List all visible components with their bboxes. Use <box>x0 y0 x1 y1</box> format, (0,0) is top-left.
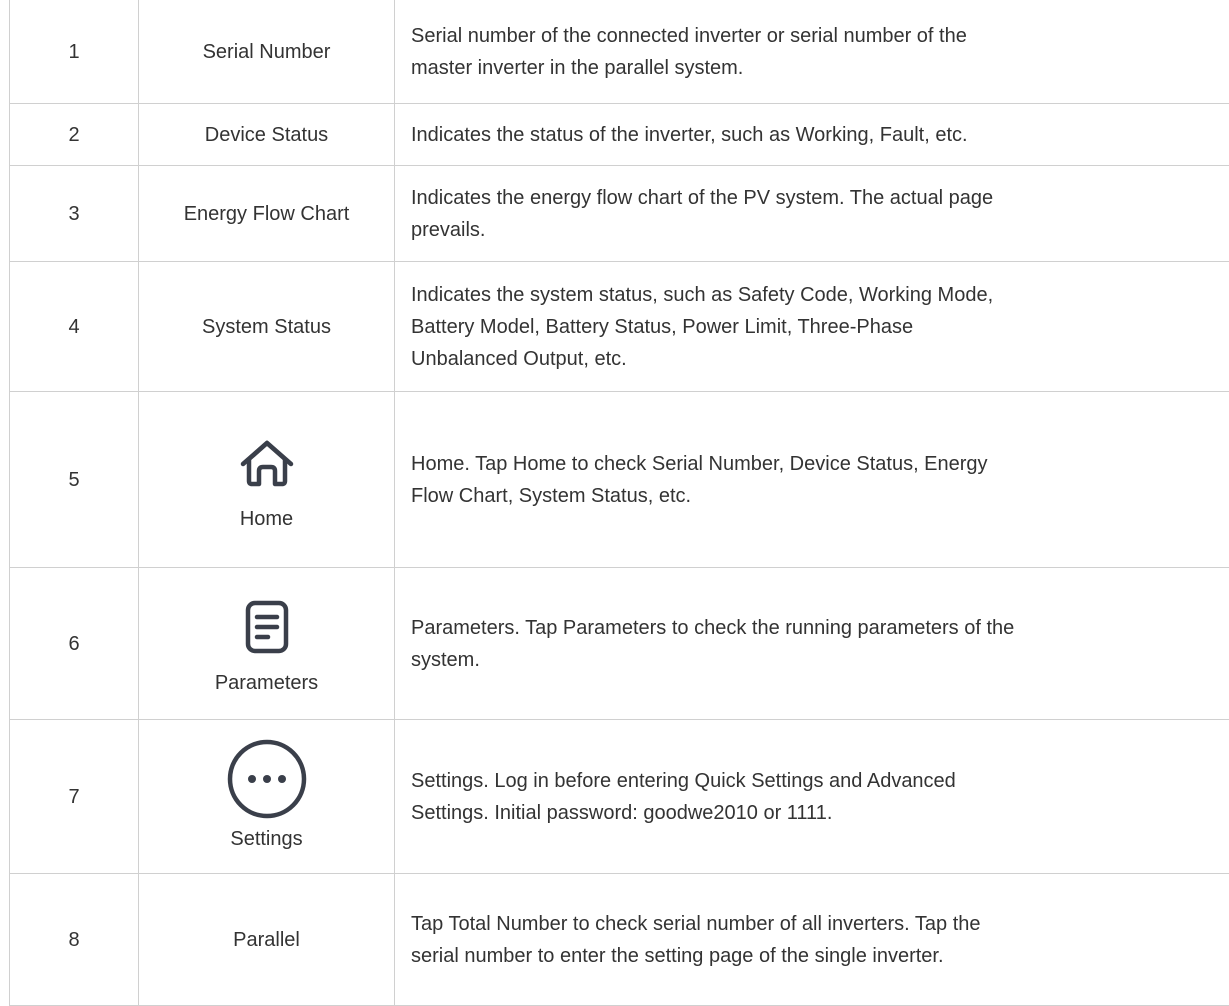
description-line: Settings. Log in before entering Quick S… <box>411 765 1213 797</box>
item-description: Indicates the energy flow chart of the P… <box>395 166 1229 262</box>
description-line: prevails. <box>411 214 1213 246</box>
item-description: Indicates the status of the inverter, su… <box>395 104 1229 166</box>
description-line: master inverter in the parallel system. <box>411 52 1213 84</box>
description-line: Settings. Initial password: goodwe2010 o… <box>411 797 1213 829</box>
row-number: 4 <box>10 262 139 392</box>
table-row: 2 Device Status Indicates the status of … <box>10 104 1229 166</box>
item-name: Device Status <box>139 104 395 166</box>
description-line: Indicates the status of the inverter, su… <box>411 119 1213 151</box>
row-number: 7 <box>10 720 139 874</box>
item-name: Parallel <box>139 874 395 1006</box>
table-row: 1 Serial Number Serial number of the con… <box>10 0 1229 104</box>
row-number: 5 <box>10 392 139 568</box>
item-name: Parameters <box>215 667 318 699</box>
item-name: Home <box>240 503 293 535</box>
item-name-cell: Parameters <box>139 568 395 720</box>
table-row: 4 System Status Indicates the system sta… <box>10 262 1229 392</box>
item-name: Settings <box>230 823 302 855</box>
row-number: 6 <box>10 568 139 720</box>
description-line: system. <box>411 644 1213 676</box>
document-icon <box>235 595 299 659</box>
table-row: 5 Home Home. Tap Home to check Serial Nu… <box>10 392 1229 568</box>
description-line: Home. Tap Home to check Serial Number, D… <box>411 448 1213 480</box>
table-row: 8 Parallel Tap Total Number to check ser… <box>10 874 1229 1006</box>
item-name: Energy Flow Chart <box>139 166 395 262</box>
item-name-cell: Home <box>139 392 395 568</box>
item-description: Parameters. Tap Parameters to check the … <box>395 568 1229 720</box>
table-row: 3 Energy Flow Chart Indicates the energy… <box>10 166 1229 262</box>
item-description: Tap Total Number to check serial number … <box>395 874 1229 1006</box>
row-number: 1 <box>10 0 139 104</box>
row-number: 8 <box>10 874 139 1006</box>
description-line: Parameters. Tap Parameters to check the … <box>411 612 1213 644</box>
item-name-cell: Settings <box>139 720 395 874</box>
item-name: System Status <box>139 262 395 392</box>
description-line: Unbalanced Output, etc. <box>411 343 1213 375</box>
description-line: Indicates the system status, such as Saf… <box>411 279 1213 311</box>
description-line: Flow Chart, System Status, etc. <box>411 480 1213 512</box>
table-row: 7 Settings Settings. Log in before <box>10 720 1229 874</box>
table-row: 6 Parameters Parameters. Tap Parame <box>10 568 1229 720</box>
item-description: Indicates the system status, such as Saf… <box>395 262 1229 392</box>
item-description: Serial number of the connected inverter … <box>395 0 1229 104</box>
description-line: Tap Total Number to check serial number … <box>411 908 1213 940</box>
item-description: Settings. Log in before entering Quick S… <box>395 720 1229 874</box>
row-number: 3 <box>10 166 139 262</box>
description-table: 1 Serial Number Serial number of the con… <box>9 0 1229 1006</box>
description-line: serial number to enter the setting page … <box>411 940 1213 972</box>
row-number: 2 <box>10 104 139 166</box>
item-name: Serial Number <box>139 0 395 104</box>
description-line: Serial number of the connected inverter … <box>411 20 1213 52</box>
description-line: Indicates the energy flow chart of the P… <box>411 182 1213 214</box>
home-icon <box>235 431 299 495</box>
item-description: Home. Tap Home to check Serial Number, D… <box>395 392 1229 568</box>
more-circle-icon <box>225 745 309 809</box>
description-line: Battery Model, Battery Status, Power Lim… <box>411 311 1213 343</box>
